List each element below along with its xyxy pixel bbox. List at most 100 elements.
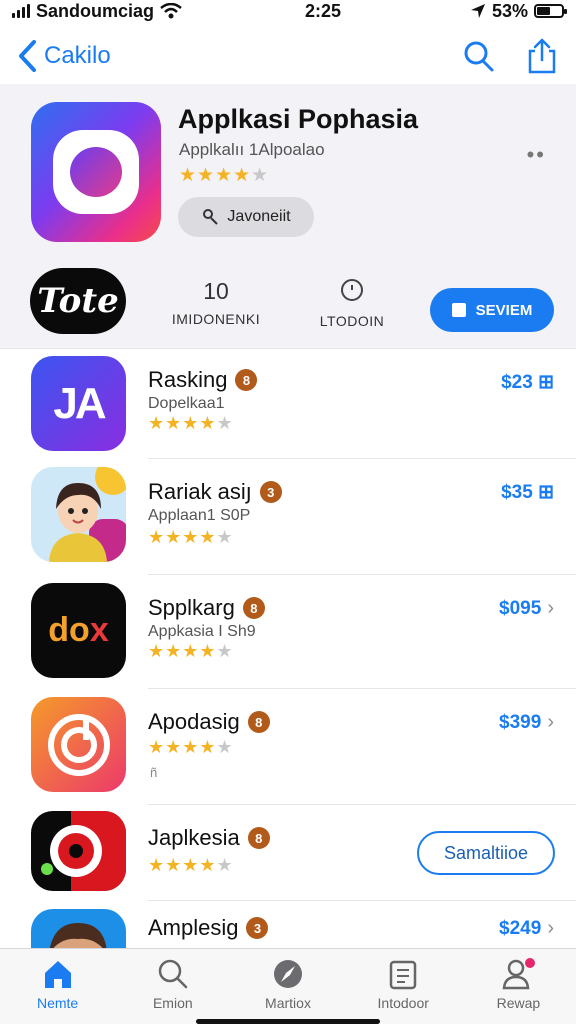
app-name-text: Amplesig [148,915,239,940]
music-note-icon [47,713,110,776]
clock: 2:25 [304,0,342,21]
list-item[interactable]: do x Spplkarg 8 Appkasia I Sh9 ★★★★★ $095… [0,575,576,689]
app-icon-music[interactable] [31,697,126,792]
tab-account-label: Rewap [496,995,541,1011]
rating-stars: ★★★★★ [148,737,234,757]
price-label: $249 [499,917,542,939]
chevron-right-icon: › [547,597,554,619]
rating-stars: ★★★★★ [148,527,234,547]
tab-explore[interactable]: Martiox [230,949,345,1024]
tab-account[interactable]: Rewap [461,949,576,1024]
list-item[interactable]: Rariak asiյ 3 Applaan1 S0P ★★★★★ $35 ⊞ [0,459,576,575]
location-arrow-icon [470,4,485,18]
ranking-list: JA Rasking 8 Dopelkaa1 ★★★★★ $23 ⊞ Raria… [0,348,576,955]
price-label: $23 ⊞ [501,372,554,393]
featured-app-subtitle: Applkalıı 1Alpoalao [179,140,325,159]
app-name-text: Rariak asiյ [148,479,252,504]
rank-badge: 8 [235,369,258,391]
tab-search[interactable]: Emion [115,949,230,1024]
cartoon-avatar-icon [49,467,126,562]
app-name: Rasking 8 [148,367,258,393]
compass-icon [274,960,302,988]
wifi-icon [160,3,182,19]
tab-home-label: Nemte [36,995,79,1011]
chevron-right-icon: › [547,711,554,733]
app-icon-dox[interactable]: do x [31,583,126,678]
price-label: $35 ⊞ [501,482,554,503]
app-name: Apodasig 8 [148,709,270,735]
battery-percent: 53% [491,0,528,21]
carrier-label: Sandoumciag [36,0,155,21]
featured-rating-stars: ★★★★★ [179,165,270,186]
app-subtitle: Appkasia I Sh9 [148,623,256,640]
price-button[interactable]: $23 ⊞ [501,371,554,394]
review-button-label: SEVIEM [475,301,533,319]
featured-app-icon[interactable] [31,102,161,242]
app-icon-character[interactable] [31,467,126,562]
record-icon [41,811,126,891]
tab-bar: Nemte Emion Martiox Intodoor Rewap [0,948,576,1024]
price-label: $095 [499,597,542,619]
chevron-left-icon [19,40,36,72]
app-name: Amplesig 3 [148,915,269,941]
list-item[interactable]: Japlkesia 8 ★★★★★ Samaltiioe [0,805,576,901]
clipboard-icon [389,960,417,990]
meta-update-label: LTODOIN [319,313,385,329]
app-name-text: Japlkesia [148,825,240,850]
rating-stars: ★★★★★ [148,855,234,875]
developer-logo[interactable]: Tote [30,268,126,334]
search-icon[interactable] [460,38,496,74]
price-button[interactable]: $249 › [499,917,554,940]
app-name-text: Rasking [148,367,228,392]
home-indicator [196,1019,380,1024]
tab-home[interactable]: Nemte [0,949,115,1024]
back-button[interactable]: Cakilo [16,39,111,73]
person-icon [203,209,219,225]
more-options-icon[interactable]: •• [527,142,546,168]
price-button[interactable]: $35 ⊞ [501,481,554,504]
battery-icon [534,4,567,18]
rank-badge: 8 [247,827,270,849]
back-label: Cakilo [44,42,111,69]
meta-downloads-label: IMIDONENKI [171,311,261,327]
rating-stars: ★★★★★ [148,641,234,661]
signal-icon [12,4,30,18]
clock-icon [341,279,363,301]
app-subtitle: Applaan1 S0P [148,507,251,524]
app-name-text: Spplkarg [148,595,235,620]
app-icon-record[interactable] [31,811,126,891]
meta-downloads: 10 IMIDONENKI [170,278,262,327]
price-button[interactable]: $399 › [499,711,554,734]
open-button[interactable]: Samaltiioe [417,831,555,875]
chevron-right-icon: › [547,917,554,939]
status-bar: Sandoumciag 2:25 53% [0,0,576,22]
price-button[interactable]: $095 › [499,597,554,620]
featured-app-header: Applkasi Pophasia Applkalıı 1Alpoalao ••… [0,84,576,348]
tab-updates-label: Intodoor [377,995,429,1011]
home-icon [44,961,71,988]
rating-stars: ★★★★★ [148,413,234,433]
tab-search-label: Emion [152,995,193,1011]
list-item[interactable]: Amplesig 3 $249 › [0,901,576,955]
search-icon [158,959,188,989]
review-icon [451,303,466,317]
featured-app-title: Applkasi Pophasia [178,104,419,134]
list-item[interactable]: Apodasig 8 ★★★★★ ñ $399 › [0,689,576,805]
get-button[interactable]: Javoneiit [178,197,314,237]
rank-badge: 3 [246,917,269,939]
tab-updates[interactable]: Intodoor [346,949,461,1024]
app-icon-ja[interactable]: JA [31,356,126,451]
rank-badge: 8 [242,597,265,619]
get-button-label: Javoneiit [227,208,291,225]
list-item[interactable]: JA Rasking 8 Dopelkaa1 ★★★★★ $23 ⊞ [0,349,576,459]
open-button-label: Samaltiioe [443,842,529,863]
meta-update: LTODOIN [312,278,392,329]
app-meta-row: Tote 10 IMIDONENKI LTODOIN SEVIEM [0,268,576,344]
nav-bar: Cakilo [0,28,576,84]
person-icon [503,958,536,990]
app-name: Japlkesia 8 [148,825,270,851]
share-icon[interactable] [524,38,560,74]
app-name-text: Apodasig [148,709,240,734]
tab-explore-label: Martiox [265,995,311,1011]
review-button[interactable]: SEVIEM [430,288,554,332]
